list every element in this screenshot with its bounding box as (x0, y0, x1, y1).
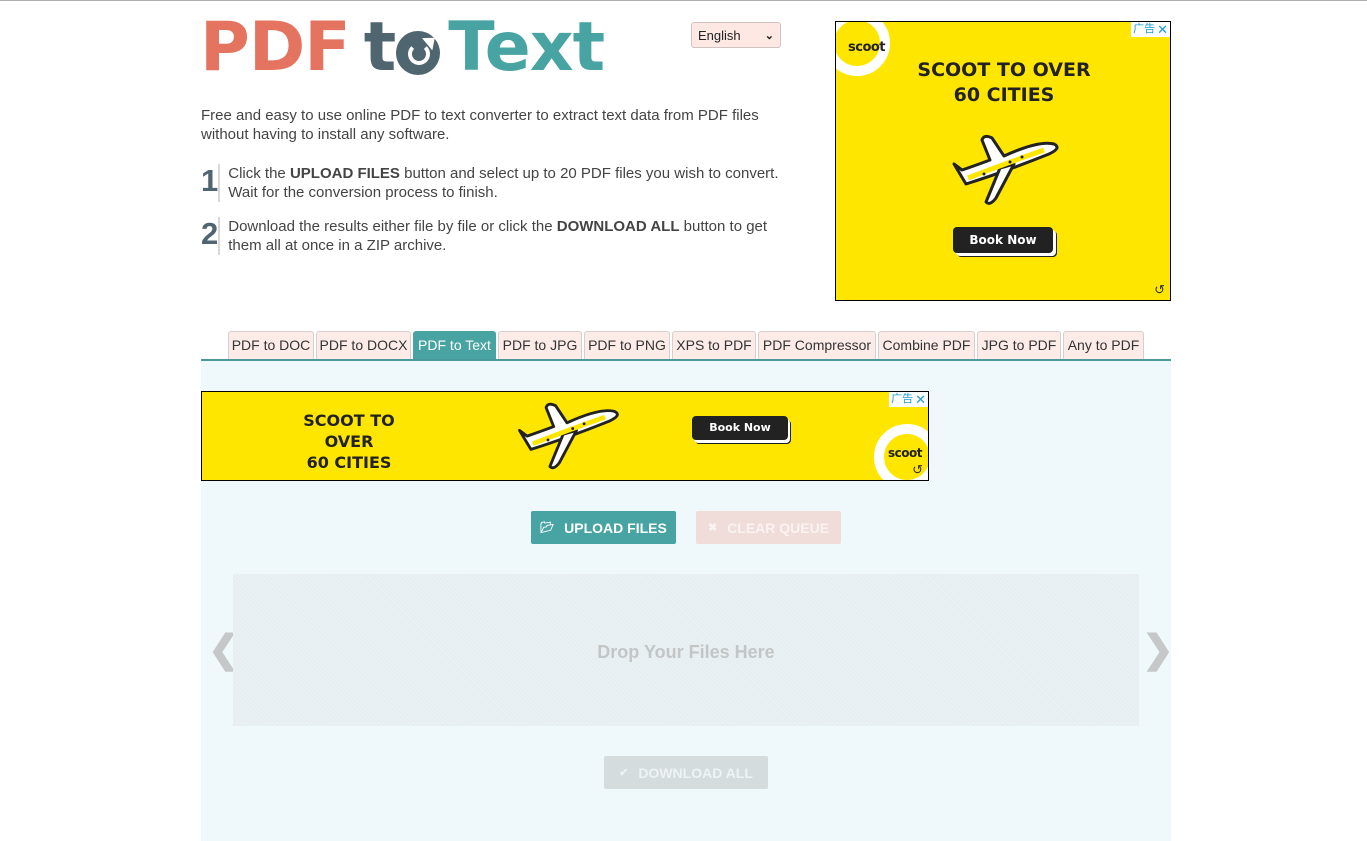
chevron-down-icon: ⌄ (764, 29, 774, 42)
tab-jpg-to-pdf[interactable]: JPG to PDF (977, 331, 1061, 359)
close-icon[interactable]: ✕ (915, 392, 926, 407)
upload-files-button[interactable]: 📂︎ UPLOAD FILES (531, 511, 676, 544)
advertisement-banner[interactable]: SCOOT TO OVER 60 CITIES Book Now scoot 广… (201, 391, 929, 481)
ad-choices[interactable]: 广告 ✕ (1131, 22, 1170, 37)
tab-pdf-to-png[interactable]: PDF to PNG (584, 331, 670, 359)
folder-open-icon: 📂︎ (540, 522, 555, 534)
drop-zone-label: Drop Your Files Here (597, 641, 775, 662)
ad-headline: SCOOT TO OVER 60 CITIES (303, 411, 395, 472)
tab-pdf-to-jpg[interactable]: PDF to JPG (498, 331, 582, 359)
airplane-icon (952, 134, 1059, 205)
checkmark-icon: ✔ (619, 767, 629, 779)
close-icon: ✖ (707, 522, 718, 534)
scoot-logo: scoot (888, 446, 922, 460)
scoot-logo: scoot (848, 40, 886, 55)
tab-pdf-to-text[interactable]: PDF to Text (413, 331, 496, 359)
step-number: 1 (201, 163, 219, 198)
step-text: Click the UPLOAD FILES button and select… (218, 164, 791, 202)
step-text: Download the results either file by file… (218, 217, 791, 255)
book-now-button[interactable]: Book Now (692, 416, 788, 440)
ad-label: 广告 (1133, 23, 1156, 35)
step-number: 2 (201, 216, 219, 251)
step-2: 2 Download the results either file by fi… (201, 217, 791, 255)
next-arrow-icon[interactable]: ❯ (1142, 628, 1174, 672)
logo-pdf: PDF (200, 8, 351, 87)
site-logo[interactable]: PDF t Text (200, 8, 605, 87)
ad-headline: SCOOT TO OVER 60 CITIES (917, 59, 1091, 106)
ad-choices[interactable]: 广告 ✕ (889, 392, 928, 407)
intro-text: Free and easy to use online PDF to text … (201, 107, 759, 143)
tab-any-to-pdf[interactable]: Any to PDF (1063, 331, 1144, 359)
file-drop-zone[interactable]: Drop Your Files Here (233, 574, 1139, 726)
logo-to: t (364, 14, 441, 82)
advertisement-square[interactable]: scoot SCOOT TO OVER 60 CITIES Book Now 广… (835, 21, 1171, 301)
refresh-icon[interactable]: ↺ (912, 462, 923, 478)
tool-tabs: PDF to DOC PDF to DOCX PDF to Text PDF t… (201, 331, 1171, 361)
download-all-button[interactable]: ✔ DOWNLOAD ALL (604, 756, 768, 789)
top-border (0, 0, 1367, 1)
step-1: 1 Click the UPLOAD FILES button and sele… (201, 164, 791, 202)
tab-pdf-to-docx[interactable]: PDF to DOCX (316, 331, 411, 359)
language-select[interactable]: English ⌄ (691, 22, 781, 48)
clear-queue-button[interactable]: ✖ CLEAR QUEUE (696, 511, 841, 544)
ad-label: 广告 (891, 393, 914, 405)
airplane-icon (518, 402, 619, 470)
convert-arrow-icon (396, 31, 441, 75)
logo-text: Text (448, 8, 605, 87)
refresh-icon[interactable]: ↺ (1154, 282, 1165, 298)
tab-xps-to-pdf[interactable]: XPS to PDF (672, 331, 756, 359)
tab-pdf-compressor[interactable]: PDF Compressor (758, 331, 876, 359)
language-selected: English (698, 27, 741, 43)
close-icon[interactable]: ✕ (1157, 22, 1168, 37)
book-now-button[interactable]: Book Now (953, 227, 1053, 253)
tab-combine-pdf[interactable]: Combine PDF (878, 331, 975, 359)
tab-pdf-to-doc[interactable]: PDF to DOC (228, 331, 314, 359)
